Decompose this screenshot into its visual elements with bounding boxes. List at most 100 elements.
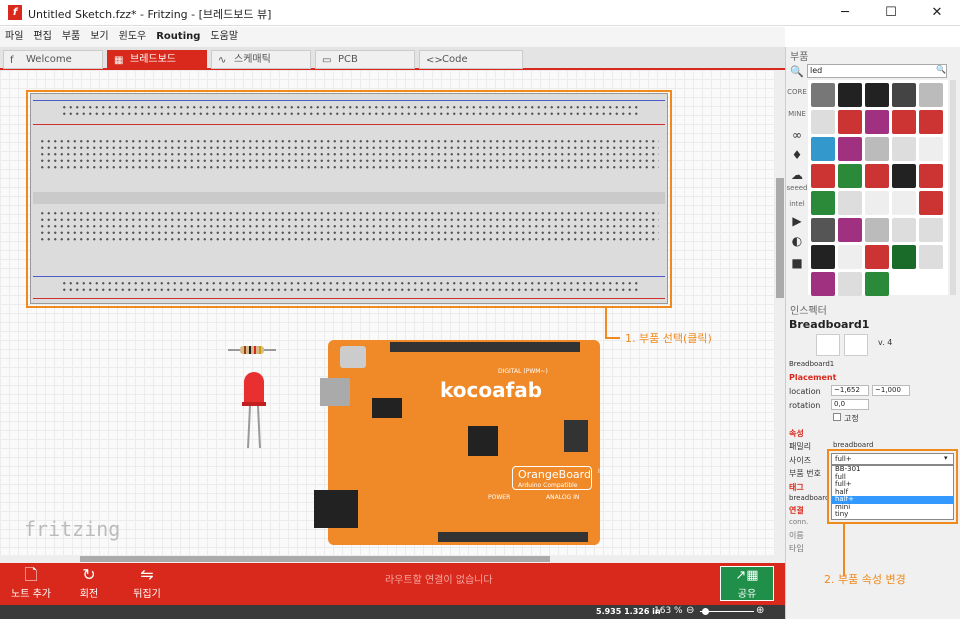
name-label: 이름: [789, 531, 804, 540]
part-thumbnail[interactable]: [838, 191, 862, 215]
parts-grid-scrollbar[interactable]: [950, 80, 956, 295]
part-thumbnail[interactable]: [865, 245, 889, 269]
location-y-input[interactable]: ~1,000: [872, 385, 910, 396]
part-thumbnail[interactable]: [919, 164, 943, 188]
part-thumbnail[interactable]: [811, 110, 835, 134]
breadboard-icon: ▦: [114, 55, 124, 66]
parts-bin-tabs: CORE MINE ∞ ♦ ☁ seeed intel ▶ ◐ ■: [786, 80, 808, 295]
part-thumbnail[interactable]: [838, 218, 862, 242]
menu-window[interactable]: 윈도우: [114, 27, 152, 47]
location-x-input[interactable]: ~1,652: [831, 385, 869, 396]
search-clear-icon[interactable]: 🔍: [936, 65, 946, 74]
part-thumbnail[interactable]: [811, 137, 835, 161]
part-thumbnail[interactable]: [919, 191, 943, 215]
bin-play-icon[interactable]: ▶: [786, 214, 808, 228]
part-thumbnail[interactable]: [865, 110, 889, 134]
part-thumbnail[interactable]: [865, 137, 889, 161]
part-thumbnail[interactable]: [838, 245, 862, 269]
part-thumbnail[interactable]: [865, 218, 889, 242]
part-number-label: 부품 번호: [789, 469, 821, 478]
menu-file[interactable]: 파일: [0, 27, 28, 47]
part-thumbnail[interactable]: [838, 164, 862, 188]
part-thumbnail[interactable]: [811, 164, 835, 188]
part-thumbnail[interactable]: [865, 83, 889, 107]
part-thumbnail[interactable]: [865, 191, 889, 215]
red-led-part[interactable]: [240, 372, 268, 452]
part-thumbnail[interactable]: [892, 191, 916, 215]
bin-mine[interactable]: MINE: [786, 110, 808, 118]
zoom-slider-handle[interactable]: [702, 608, 709, 615]
minimize-button[interactable]: ─: [822, 0, 868, 26]
part-thumbnail[interactable]: [811, 218, 835, 242]
bin-sparkfun-icon[interactable]: ♦: [786, 148, 808, 162]
part-thumbnail[interactable]: [919, 137, 943, 161]
part-thumbnail[interactable]: [838, 83, 862, 107]
add-note-button[interactable]: 🗋 노트 추가: [8, 565, 54, 600]
menu-routing[interactable]: Routing: [151, 27, 205, 47]
part-thumbnail[interactable]: [892, 218, 916, 242]
vertical-scrollbar[interactable]: [775, 70, 785, 555]
tab-pcb[interactable]: ▭ PCB: [315, 50, 415, 69]
bin-half-circle-icon[interactable]: ◐: [786, 234, 808, 248]
tab-welcome[interactable]: f Welcome: [3, 50, 103, 69]
zoom-in-icon[interactable]: ⊕: [756, 605, 764, 616]
fritzing-app-icon[interactable]: f: [8, 5, 22, 20]
flip-button[interactable]: ⇋ 뒤집기: [124, 565, 170, 600]
zoom-out-icon[interactable]: ⊖: [686, 605, 694, 616]
analog-label: ANALOG IN: [546, 494, 580, 501]
part-thumbnail[interactable]: [919, 83, 943, 107]
part-thumbnail[interactable]: [865, 164, 889, 188]
menu-edit[interactable]: 편집: [28, 27, 56, 47]
part-thumbnail[interactable]: [892, 110, 916, 134]
bin-square-icon[interactable]: ■: [786, 256, 808, 270]
horizontal-scroll-thumb[interactable]: [80, 556, 550, 562]
tab-code[interactable]: <> Code: [419, 50, 523, 69]
rotation-input[interactable]: 0,0: [831, 399, 869, 410]
orangeboard-title: OrangeBoard: [518, 468, 591, 481]
menu-help[interactable]: 도움말: [205, 27, 243, 47]
tab-schematic[interactable]: ∿ 스케매틱: [211, 50, 311, 69]
part-thumbnail[interactable]: [892, 245, 916, 269]
search-icon[interactable]: 🔍: [790, 65, 804, 78]
vertical-scroll-thumb[interactable]: [776, 178, 784, 298]
close-button[interactable]: ✕: [914, 0, 960, 26]
part-thumbnail[interactable]: [811, 191, 835, 215]
orangeboard-arduino-part[interactable]: DIGITAL (PWM~) kocoafab OrangeBoard Ardu…: [314, 340, 607, 545]
bin-intel[interactable]: intel: [786, 200, 808, 208]
digital-label: DIGITAL (PWM~): [498, 368, 548, 375]
tab-breadboard[interactable]: ▦ 브레드보드: [107, 50, 207, 69]
part-thumbnail[interactable]: [838, 110, 862, 134]
resistor-part[interactable]: [228, 344, 276, 356]
part-thumbnail[interactable]: [811, 83, 835, 107]
part-thumbnail[interactable]: [811, 245, 835, 269]
part-schematic-view-thumb: [844, 334, 868, 356]
analog-power-header: [438, 532, 588, 542]
menu-view[interactable]: 보기: [85, 27, 113, 47]
schematic-icon: ∿: [218, 55, 227, 66]
part-thumbnail[interactable]: [892, 83, 916, 107]
share-button[interactable]: ↗▦ 공유: [720, 566, 774, 601]
callout-select-part: 1. 부품 선택(클릭): [625, 332, 712, 345]
part-thumbnail[interactable]: [865, 272, 889, 296]
part-thumbnail[interactable]: [919, 218, 943, 242]
bin-snootlab-icon[interactable]: ☁: [786, 168, 808, 182]
part-thumbnail[interactable]: [919, 245, 943, 269]
chip-small: [372, 398, 402, 418]
part-thumbnail[interactable]: [838, 272, 862, 296]
part-thumbnail[interactable]: [892, 164, 916, 188]
callout-line-1h: [605, 337, 620, 339]
part-thumbnail[interactable]: [892, 137, 916, 161]
rotate-button[interactable]: ↻ 회전: [66, 565, 112, 600]
bin-core[interactable]: CORE: [786, 88, 808, 96]
bin-seeed[interactable]: seeed: [786, 184, 808, 192]
menu-part[interactable]: 부품: [57, 27, 85, 47]
lock-checkbox[interactable]: [833, 413, 841, 421]
maximize-button[interactable]: ☐: [868, 0, 914, 26]
part-thumb-label: Breadboard1: [789, 360, 835, 368]
parts-search-input[interactable]: led: [807, 64, 947, 78]
bin-arduino-icon[interactable]: ∞: [786, 128, 808, 142]
part-thumbnail[interactable]: [811, 272, 835, 296]
part-thumbnail[interactable]: [919, 110, 943, 134]
part-thumbnail[interactable]: [838, 137, 862, 161]
arduino-compatible-text: Arduino Compatible: [518, 482, 578, 489]
